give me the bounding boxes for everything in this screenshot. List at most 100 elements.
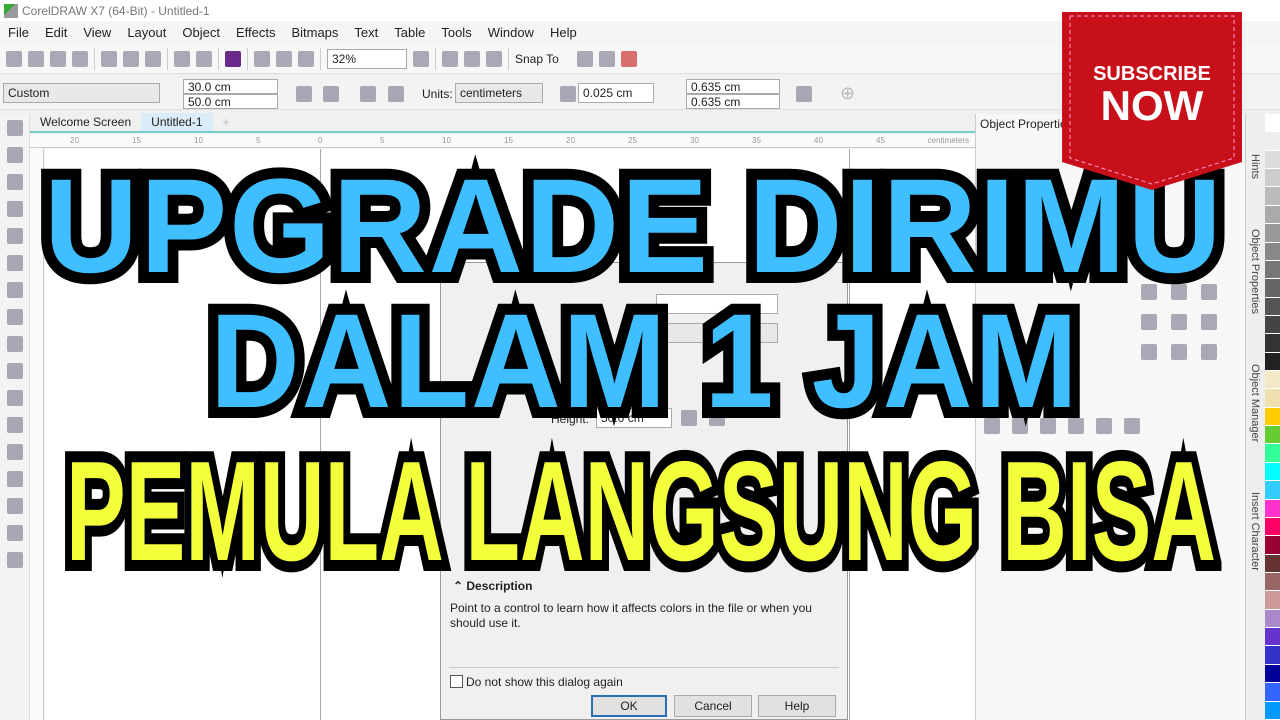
palette-swatch[interactable] bbox=[1265, 462, 1280, 482]
all-pages-icon[interactable] bbox=[360, 86, 376, 102]
palette-swatch[interactable] bbox=[1265, 224, 1280, 243]
help-button[interactable]: Help bbox=[758, 695, 836, 717]
menu-help[interactable]: Help bbox=[542, 25, 585, 40]
import-icon[interactable] bbox=[254, 50, 270, 67]
corel-connect-icon[interactable] bbox=[225, 50, 241, 67]
palette-swatch[interactable] bbox=[1265, 554, 1280, 573]
palette-swatch[interactable] bbox=[1265, 315, 1280, 335]
palette-swatch[interactable] bbox=[1265, 334, 1280, 353]
do-not-show-checkbox[interactable] bbox=[450, 675, 463, 688]
palette-swatch[interactable] bbox=[1265, 132, 1280, 151]
join-icon[interactable] bbox=[1141, 344, 1157, 360]
palette-swatch[interactable] bbox=[1265, 628, 1280, 647]
print-icon[interactable] bbox=[72, 50, 88, 67]
page-size-select[interactable]: Custom bbox=[3, 83, 160, 103]
palette-swatch[interactable] bbox=[1265, 444, 1280, 463]
new-icon[interactable] bbox=[6, 50, 22, 67]
line-end-icon[interactable] bbox=[1141, 314, 1157, 330]
palette-swatch[interactable] bbox=[1265, 517, 1280, 537]
menu-object[interactable]: Object bbox=[174, 25, 228, 40]
launch-icon[interactable] bbox=[620, 50, 637, 67]
palette-swatch[interactable] bbox=[1265, 260, 1280, 280]
drop-shadow-tool-icon[interactable] bbox=[6, 444, 23, 460]
menu-layout[interactable]: Layout bbox=[119, 25, 174, 40]
tab-welcome-screen[interactable]: Welcome Screen bbox=[30, 113, 141, 131]
palette-swatch[interactable] bbox=[1265, 609, 1280, 629]
welcome-screen-icon[interactable] bbox=[576, 50, 593, 67]
line-end-icon[interactable] bbox=[1201, 314, 1217, 330]
parallel-dimension-tool-icon[interactable] bbox=[6, 390, 23, 406]
smart-fill-tool-icon[interactable] bbox=[6, 552, 23, 568]
shape-tool-icon[interactable] bbox=[6, 147, 23, 163]
menu-effects[interactable]: Effects bbox=[228, 25, 284, 40]
artistic-media-tool-icon[interactable] bbox=[6, 255, 23, 271]
redo-icon[interactable] bbox=[196, 50, 212, 67]
current-page-icon[interactable] bbox=[388, 86, 404, 102]
palette-swatch[interactable] bbox=[1265, 169, 1280, 188]
ok-button[interactable]: OK bbox=[591, 695, 667, 717]
eyedropper-tool-icon[interactable] bbox=[6, 498, 23, 514]
grid-icon[interactable] bbox=[464, 50, 480, 67]
snap-to-button[interactable]: Snap To bbox=[515, 52, 559, 66]
menu-edit[interactable]: Edit bbox=[37, 25, 75, 40]
publish-pdf-icon[interactable] bbox=[298, 50, 314, 67]
zoom-select[interactable]: 32% bbox=[327, 48, 407, 69]
palette-swatch[interactable] bbox=[1265, 536, 1280, 555]
save-icon[interactable] bbox=[50, 50, 66, 67]
ellipse-tool-icon[interactable] bbox=[6, 309, 23, 325]
menu-table[interactable]: Table bbox=[386, 25, 433, 40]
zoom-tool-icon[interactable] bbox=[6, 201, 23, 217]
units-select[interactable]: centimeters bbox=[455, 83, 543, 103]
tab-hints[interactable]: Hints bbox=[1249, 154, 1261, 179]
palette-swatch[interactable] bbox=[1265, 683, 1280, 702]
export-icon[interactable] bbox=[276, 50, 292, 67]
join-icon[interactable] bbox=[1171, 344, 1187, 360]
cut-icon[interactable] bbox=[101, 50, 117, 67]
menu-tools[interactable]: Tools bbox=[433, 25, 479, 40]
crop-tool-icon[interactable] bbox=[6, 174, 23, 190]
duplicate-y-field[interactable]: 0.635 cm bbox=[686, 94, 780, 109]
text-tool-icon[interactable] bbox=[6, 363, 23, 379]
copy-icon[interactable] bbox=[123, 50, 139, 67]
paste-icon[interactable] bbox=[145, 50, 161, 67]
palette-swatch[interactable] bbox=[1265, 701, 1280, 720]
palette-swatch[interactable] bbox=[1265, 242, 1280, 261]
add-icon[interactable]: ⊕ bbox=[840, 83, 855, 104]
options-icon[interactable] bbox=[598, 50, 615, 67]
palette-swatch[interactable] bbox=[1265, 591, 1280, 610]
new-tab-icon[interactable]: + bbox=[213, 113, 240, 131]
palette-swatch[interactable] bbox=[1265, 150, 1280, 170]
pick-tool-icon[interactable] bbox=[6, 120, 23, 136]
palette-swatch[interactable] bbox=[1265, 352, 1280, 372]
palette-swatch[interactable] bbox=[1265, 114, 1280, 133]
palette-swatch[interactable] bbox=[1265, 572, 1280, 592]
palette-swatch[interactable] bbox=[1265, 499, 1280, 518]
tab-insert-character[interactable]: Insert Character bbox=[1249, 492, 1261, 571]
palette-swatch[interactable] bbox=[1265, 279, 1280, 298]
palette-swatch[interactable] bbox=[1265, 646, 1280, 665]
undo-icon[interactable] bbox=[174, 50, 190, 67]
cancel-button[interactable]: Cancel bbox=[674, 695, 752, 717]
menu-view[interactable]: View bbox=[75, 25, 119, 40]
tab-object-manager[interactable]: Object Manager bbox=[1249, 364, 1261, 442]
palette-swatch[interactable] bbox=[1265, 205, 1280, 225]
palette-swatch[interactable] bbox=[1265, 664, 1280, 684]
zoom-fit-icon[interactable] bbox=[413, 50, 429, 67]
palette-swatch[interactable] bbox=[1265, 187, 1280, 206]
menu-file[interactable]: File bbox=[0, 25, 37, 40]
line-end-icon[interactable] bbox=[1171, 314, 1187, 330]
page-border-icon[interactable] bbox=[796, 86, 812, 102]
palette-swatch[interactable] bbox=[1265, 389, 1280, 408]
page-width-field[interactable]: 30.0 cm bbox=[183, 79, 278, 94]
page-height-field[interactable]: 50.0 cm bbox=[183, 94, 278, 109]
palette-swatch[interactable] bbox=[1265, 297, 1280, 316]
rectangle-tool-icon[interactable] bbox=[6, 282, 23, 298]
palette-swatch[interactable] bbox=[1265, 371, 1280, 390]
landscape-icon[interactable] bbox=[323, 86, 339, 102]
polygon-tool-icon[interactable] bbox=[6, 336, 23, 352]
duplicate-x-field[interactable]: 0.635 cm bbox=[686, 79, 780, 94]
connector-tool-icon[interactable] bbox=[6, 417, 23, 433]
menu-window[interactable]: Window bbox=[480, 25, 542, 40]
menu-bitmaps[interactable]: Bitmaps bbox=[283, 25, 346, 40]
rulers-icon[interactable] bbox=[442, 50, 458, 67]
